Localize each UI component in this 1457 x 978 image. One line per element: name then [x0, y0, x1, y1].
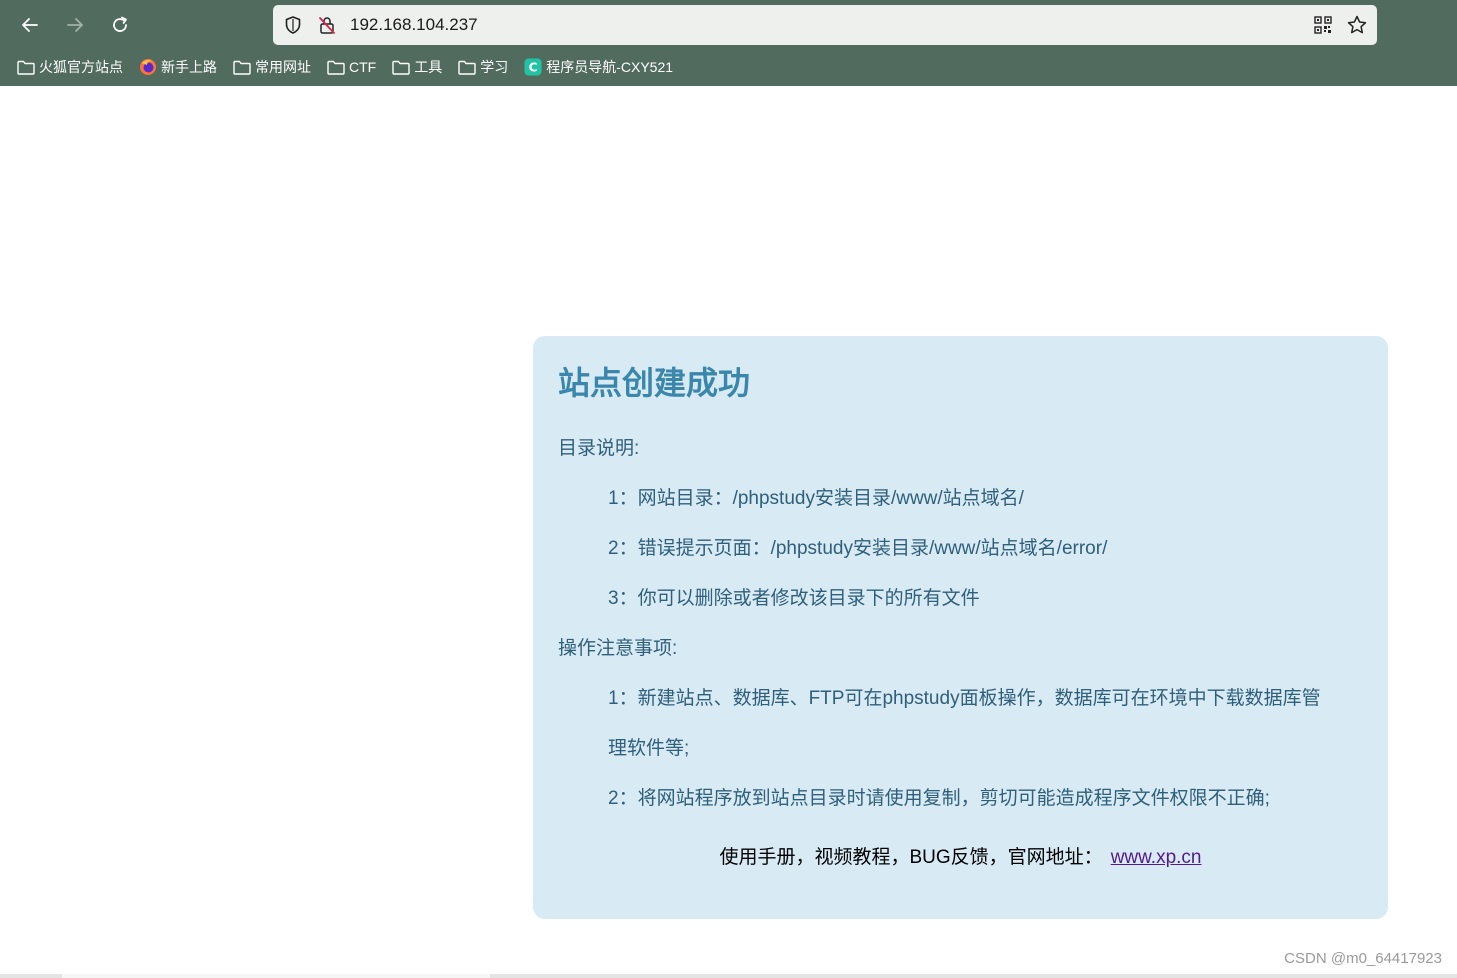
watermark: CSDN @m0_64417923	[1284, 950, 1442, 967]
folder-icon	[16, 58, 36, 76]
scrollbar-thumb[interactable]	[62, 974, 490, 978]
bookmark-label: 火狐官方站点	[39, 59, 123, 75]
bookmark-star-icon[interactable]	[1346, 14, 1368, 36]
reload-icon	[113, 16, 127, 32]
reload-button[interactable]	[104, 9, 136, 41]
insecure-lock-icon[interactable]	[317, 15, 337, 35]
bookmark-folder-common-sites[interactable]: 常用网址	[232, 57, 311, 77]
footer-text: 使用手册，视频教程，BUG反馈，官网地址：	[719, 847, 1103, 868]
horizontal-scrollbar[interactable]	[0, 974, 1457, 978]
tracking-shield-icon[interactable]	[283, 15, 303, 35]
site-created-card: 站点创建成功 目录说明: 1：网站目录：/phpstudy安装目录/www/站点…	[533, 336, 1388, 919]
operations-section-label: 操作注意事项:	[558, 638, 678, 659]
site-c-icon: C	[523, 58, 543, 76]
bookmark-label: 工具	[414, 59, 443, 75]
bookmark-folder-tools[interactable]: 工具	[391, 57, 442, 77]
back-button[interactable]	[14, 9, 46, 41]
folder-icon	[326, 58, 346, 76]
bookmark-folder-study[interactable]: 学习	[457, 57, 508, 77]
bookmarks-toolbar: 火狐官方站点 新手上路 常用网址 CTF 工具 学习 C 程序员导航-CXY52…	[16, 56, 688, 78]
directory-item: 2：错误提示页面：/phpstudy安装目录/www/站点域名/error/	[608, 538, 1108, 559]
folder-icon	[232, 58, 252, 76]
bookmark-label: 程序员导航-CXY521	[546, 59, 674, 75]
bookmark-label: CTF	[349, 59, 377, 75]
browser-toolbar: 192.168.104.237 火狐官方站点 新手上路 常用网址 CTF 工具 …	[0, 0, 1457, 86]
bookmark-label: 常用网址	[255, 59, 311, 75]
bookmark-folder-firefox-official[interactable]: 火狐官方站点	[16, 57, 123, 77]
forward-button[interactable]	[59, 9, 91, 41]
operations-item-continuation: 理软件等;	[608, 738, 690, 759]
address-bar[interactable]: 192.168.104.237	[273, 5, 1377, 45]
bookmark-folder-ctf[interactable]: CTF	[326, 58, 376, 76]
directory-section-label: 目录说明:	[558, 438, 640, 459]
bookmark-label: 新手上路	[161, 59, 217, 75]
folder-icon	[457, 58, 477, 76]
bookmark-label: 学习	[480, 59, 509, 75]
url-text[interactable]: 192.168.104.237	[350, 15, 478, 35]
svg-text:C: C	[529, 61, 538, 75]
bookmark-getting-started[interactable]: 新手上路	[138, 57, 217, 77]
directory-item: 1：网站目录：/phpstudy安装目录/www/站点域名/	[608, 488, 1024, 509]
official-site-link[interactable]: www.xp.cn	[1111, 847, 1202, 868]
forward-arrow-icon	[67, 18, 83, 32]
folder-icon	[391, 58, 411, 76]
directory-item: 3：你可以删除或者修改该目录下的所有文件	[608, 588, 980, 609]
back-arrow-icon	[22, 18, 38, 32]
help-footer: 使用手册，视频教程，BUG反馈，官网地址： www.xp.cn	[533, 845, 1388, 871]
operations-item: 1：新建站点、数据库、FTP可在phpstudy面板操作，数据库可在环境中下载数…	[608, 688, 1321, 709]
firefox-icon	[138, 58, 158, 76]
page-title: 站点创建成功	[558, 365, 751, 401]
bookmark-cxy521[interactable]: C 程序员导航-CXY521	[523, 57, 673, 77]
operations-item: 2：将网站程序放到站点目录时请使用复制，剪切可能造成程序文件权限不正确;	[608, 788, 1270, 809]
qr-code-icon[interactable]	[1313, 15, 1333, 35]
